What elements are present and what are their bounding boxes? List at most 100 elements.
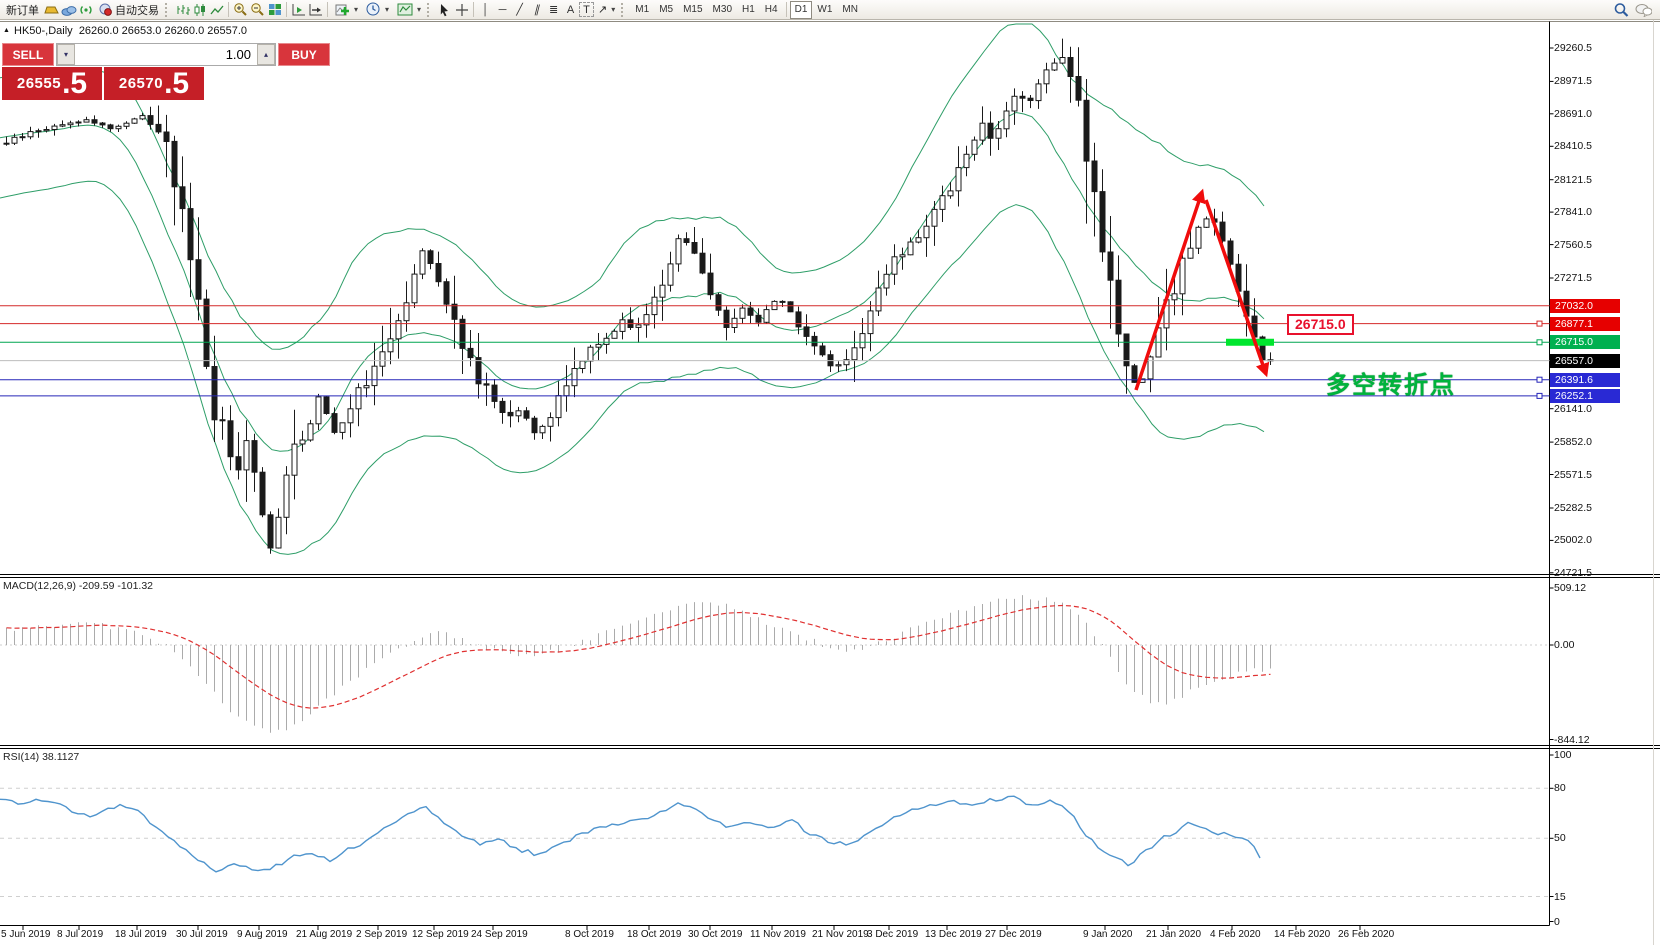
- buy-price[interactable]: 26570 .5: [104, 67, 204, 100]
- price-tag-26557.0[interactable]: 26557.0: [1550, 354, 1620, 368]
- bar-chart-icon[interactable]: [174, 1, 191, 18]
- rsi-scale-label: 80: [1554, 782, 1566, 794]
- price-scale-label: 26141.0: [1554, 403, 1592, 415]
- label-icon[interactable]: T: [579, 2, 595, 17]
- hline-26391.6[interactable]: [0, 376, 1550, 383]
- volume-increase-button[interactable]: ▴: [257, 44, 276, 65]
- price-scale-label: 25282.5: [1554, 502, 1592, 514]
- x-axis-label: 8 Jul 2019: [57, 929, 104, 940]
- x-axis-label: 18 Jul 2019: [115, 929, 167, 940]
- add-indicator-button[interactable]: ▾: [331, 1, 362, 19]
- price-scale-label: 27271.5: [1554, 272, 1592, 284]
- timeframe-m15[interactable]: M15: [678, 2, 707, 18]
- gold-icon[interactable]: [43, 1, 60, 18]
- toolbar-separator: [327, 2, 328, 17]
- macd-scale-label: 0.00: [1554, 639, 1575, 651]
- turning-point-text[interactable]: 多空转折点: [1326, 365, 1456, 400]
- price-scale-label: 25571.5: [1554, 469, 1592, 481]
- price-tag-26715.0[interactable]: 26715.0: [1550, 335, 1620, 349]
- timeframe-d1[interactable]: D1: [789, 0, 813, 19]
- buy-button[interactable]: BUY: [278, 43, 331, 66]
- chat-icon[interactable]: [1635, 1, 1652, 18]
- volume-stepper: ▾ ▴: [56, 43, 277, 66]
- channel-icon[interactable]: ∥: [528, 1, 545, 18]
- main-toolbar: 新订单 自动交易 ▾ ▾ ▾ │ ─ ╱ ∥ ≣ A T ↗ ▾ M1 M5 M…: [0, 0, 1660, 20]
- timeframe-mn[interactable]: MN: [837, 2, 863, 18]
- signals-icon[interactable]: [77, 1, 94, 18]
- price-callout-26715[interactable]: 26715.0: [1287, 314, 1354, 335]
- zoom-out-icon[interactable]: [249, 1, 266, 18]
- timeframe-m5[interactable]: M5: [654, 2, 678, 18]
- price-tag-26391.6[interactable]: 26391.6: [1550, 373, 1620, 387]
- tile-windows-icon[interactable]: [266, 1, 283, 18]
- trendline-icon[interactable]: ╱: [511, 1, 528, 18]
- price-scale-label: 27560.5: [1554, 239, 1592, 251]
- rsi-scale-label: 50: [1554, 832, 1566, 844]
- candlesticks: [3, 38, 1274, 554]
- candle-chart-icon[interactable]: [191, 1, 208, 18]
- x-axis-label: 9 Jan 2020: [1083, 929, 1133, 940]
- sell-price-frac: .5: [62, 66, 88, 100]
- price-tag-27032.0[interactable]: 27032.0: [1550, 299, 1620, 313]
- hline-26715[interactable]: [0, 339, 1550, 346]
- x-axis-label: 2 Sep 2019: [356, 929, 408, 940]
- toolbar-grip: [427, 2, 432, 17]
- auto-trading-button[interactable]: 自动交易: [94, 1, 163, 19]
- chevron-down-icon: ▾: [417, 5, 422, 14]
- x-axis-label: 5 Jun 2019: [1, 929, 51, 940]
- timeframe-w1[interactable]: W1: [812, 2, 837, 18]
- toolbar-separator: [286, 2, 287, 17]
- macd-scale-label: 509.12: [1554, 582, 1587, 594]
- template-button[interactable]: ▾: [393, 1, 425, 19]
- sell-price[interactable]: 26555 .5: [2, 67, 102, 100]
- fibonacci-icon[interactable]: ≣: [545, 1, 562, 18]
- search-icon[interactable]: [1612, 1, 1629, 18]
- price-scale-label: 29260.5: [1554, 42, 1592, 54]
- crosshair-icon[interactable]: [453, 1, 470, 18]
- toolbar-separator: [228, 2, 229, 17]
- x-axis-label: 9 Aug 2019: [237, 929, 288, 940]
- x-axis-label: 18 Oct 2019: [627, 929, 682, 940]
- price-scale-label: 27841.0: [1554, 206, 1592, 218]
- timeframe-m1[interactable]: M1: [630, 2, 654, 18]
- x-axis-label: 30 Jul 2019: [176, 929, 228, 940]
- chart-shift-icon[interactable]: [307, 1, 324, 18]
- arrows-button[interactable]: ↗ ▾: [594, 1, 619, 19]
- toolbar-grip: [621, 2, 626, 17]
- volume-decrease-button[interactable]: ▾: [57, 44, 76, 65]
- new-order-button[interactable]: 新订单: [2, 1, 43, 19]
- zoom-in-icon[interactable]: [232, 1, 249, 18]
- symbol-period-label: HK50-,Daily: [14, 25, 73, 37]
- arrows-icon: ↗: [598, 4, 608, 16]
- price-tag-26252.1[interactable]: 26252.1: [1550, 389, 1620, 403]
- market-cloud-icon[interactable]: [60, 1, 77, 18]
- price-scale-label: 28691.0: [1554, 108, 1592, 120]
- mt4-window: { "toolbar": { "new_order": "新订单", "auto…: [0, 0, 1660, 945]
- text-icon[interactable]: A: [562, 1, 579, 18]
- timeframe-m30[interactable]: M30: [708, 2, 737, 18]
- buy-price-frac: .5: [164, 66, 190, 100]
- x-axis-label: 21 Jan 2020: [1146, 929, 1202, 940]
- timeframe-h1[interactable]: H1: [737, 2, 760, 18]
- chart-canvas[interactable]: [0, 0, 1660, 945]
- price-scale-label: 28971.5: [1554, 75, 1592, 87]
- x-axis-label: 4 Feb 2020: [1210, 929, 1261, 940]
- vertical-line-icon[interactable]: │: [477, 1, 494, 18]
- cursor-icon[interactable]: [436, 1, 453, 18]
- line-chart-icon[interactable]: [208, 1, 225, 18]
- price-tag-26877.1[interactable]: 26877.1: [1550, 317, 1620, 331]
- add-indicator-icon: [335, 4, 349, 15]
- horizontal-line-icon[interactable]: ─: [494, 1, 511, 18]
- auto-trading-label: 自动交易: [115, 4, 159, 17]
- timeframe-h4[interactable]: H4: [760, 2, 783, 18]
- x-axis-label: 27 Dec 2019: [985, 929, 1042, 940]
- auto-scroll-icon[interactable]: [290, 1, 307, 18]
- periods-button[interactable]: ▾: [362, 1, 393, 19]
- sell-button[interactable]: SELL: [2, 43, 54, 66]
- x-axis-label: 24 Sep 2019: [471, 929, 528, 940]
- macd-scale-label: -844.12: [1554, 734, 1590, 746]
- x-axis-label: 30 Oct 2019: [688, 929, 743, 940]
- volume-input[interactable]: [75, 44, 258, 65]
- template-icon: [397, 3, 413, 16]
- chevron-down-icon: ▾: [611, 5, 616, 14]
